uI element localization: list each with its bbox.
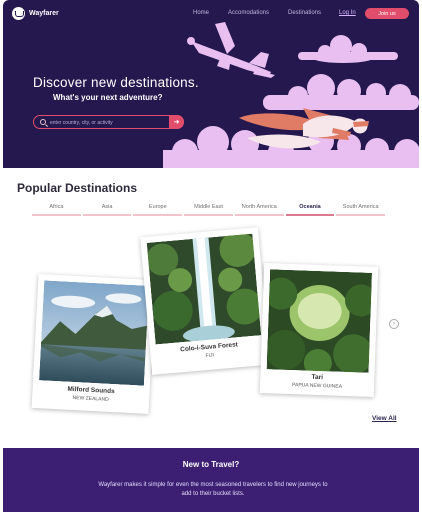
region-tabs: Africa Asia Europe Middle East North Ame… [31,202,386,216]
cloud-middle-right [263,74,419,110]
top-nav: Wayfarer Home Accomodations Destinations… [3,0,419,26]
hero-title: Discover new destinations. [33,75,199,90]
view-all-link[interactable]: View All [372,415,397,422]
nav-link-accommodations[interactable]: Accomodations [228,10,269,16]
tab-north-america[interactable]: North America [234,202,285,216]
tab-asia[interactable]: Asia [82,202,133,216]
chevron-right-icon: › [393,321,395,327]
destination-photo [266,269,373,373]
hero-banner: Wayfarer Home Accomodations Destinations… [3,0,419,168]
tab-africa[interactable]: Africa [31,202,82,216]
tab-oceania[interactable]: Oceania [285,202,336,216]
destination-photo [39,280,150,386]
tab-europe[interactable]: Europe [132,202,183,216]
destination-card[interactable]: Colo-i-Suva Forest FIJI [140,227,270,375]
promo-title: New to Travel? [182,460,240,469]
destination-card[interactable]: Tari PAPUA NEW GUINEA [259,263,379,397]
search-icon [40,119,46,125]
promo-text: Wayfarer makes it simple for even the mo… [98,482,328,497]
join-button[interactable]: Join us [365,8,409,19]
cloud-top-right [298,35,398,63]
logo-icon [12,7,25,20]
search-bar: ➜ [33,115,184,129]
hero-subtitle: What's your next adventure? [53,93,163,102]
airplane-icon [187,22,275,78]
destination-card[interactable]: Milford Sounds NEW ZEALAND [31,274,156,414]
nav-link-destinations[interactable]: Destinations [288,10,321,16]
search-submit-button[interactable]: ➜ [169,115,184,129]
nav-link-home[interactable]: Home [193,10,209,16]
login-link[interactable]: Log In [339,10,356,16]
brand-name: Wayfarer [29,10,59,17]
new-to-travel-section: New to Travel? Wayfarer makes it simple … [3,448,419,512]
carousel-next-button[interactable]: › [389,319,399,329]
tab-middle-east[interactable]: Middle East [183,202,234,216]
section-title: Popular Destinations [17,181,138,195]
destination-photo [146,233,262,345]
brand-logo[interactable]: Wayfarer [12,7,59,20]
tab-south-america[interactable]: South America [335,202,386,216]
search-input[interactable] [50,118,170,127]
destination-country: PAPUA NEW GUINEA [291,382,343,390]
arrow-right-icon: ➜ [173,119,180,126]
